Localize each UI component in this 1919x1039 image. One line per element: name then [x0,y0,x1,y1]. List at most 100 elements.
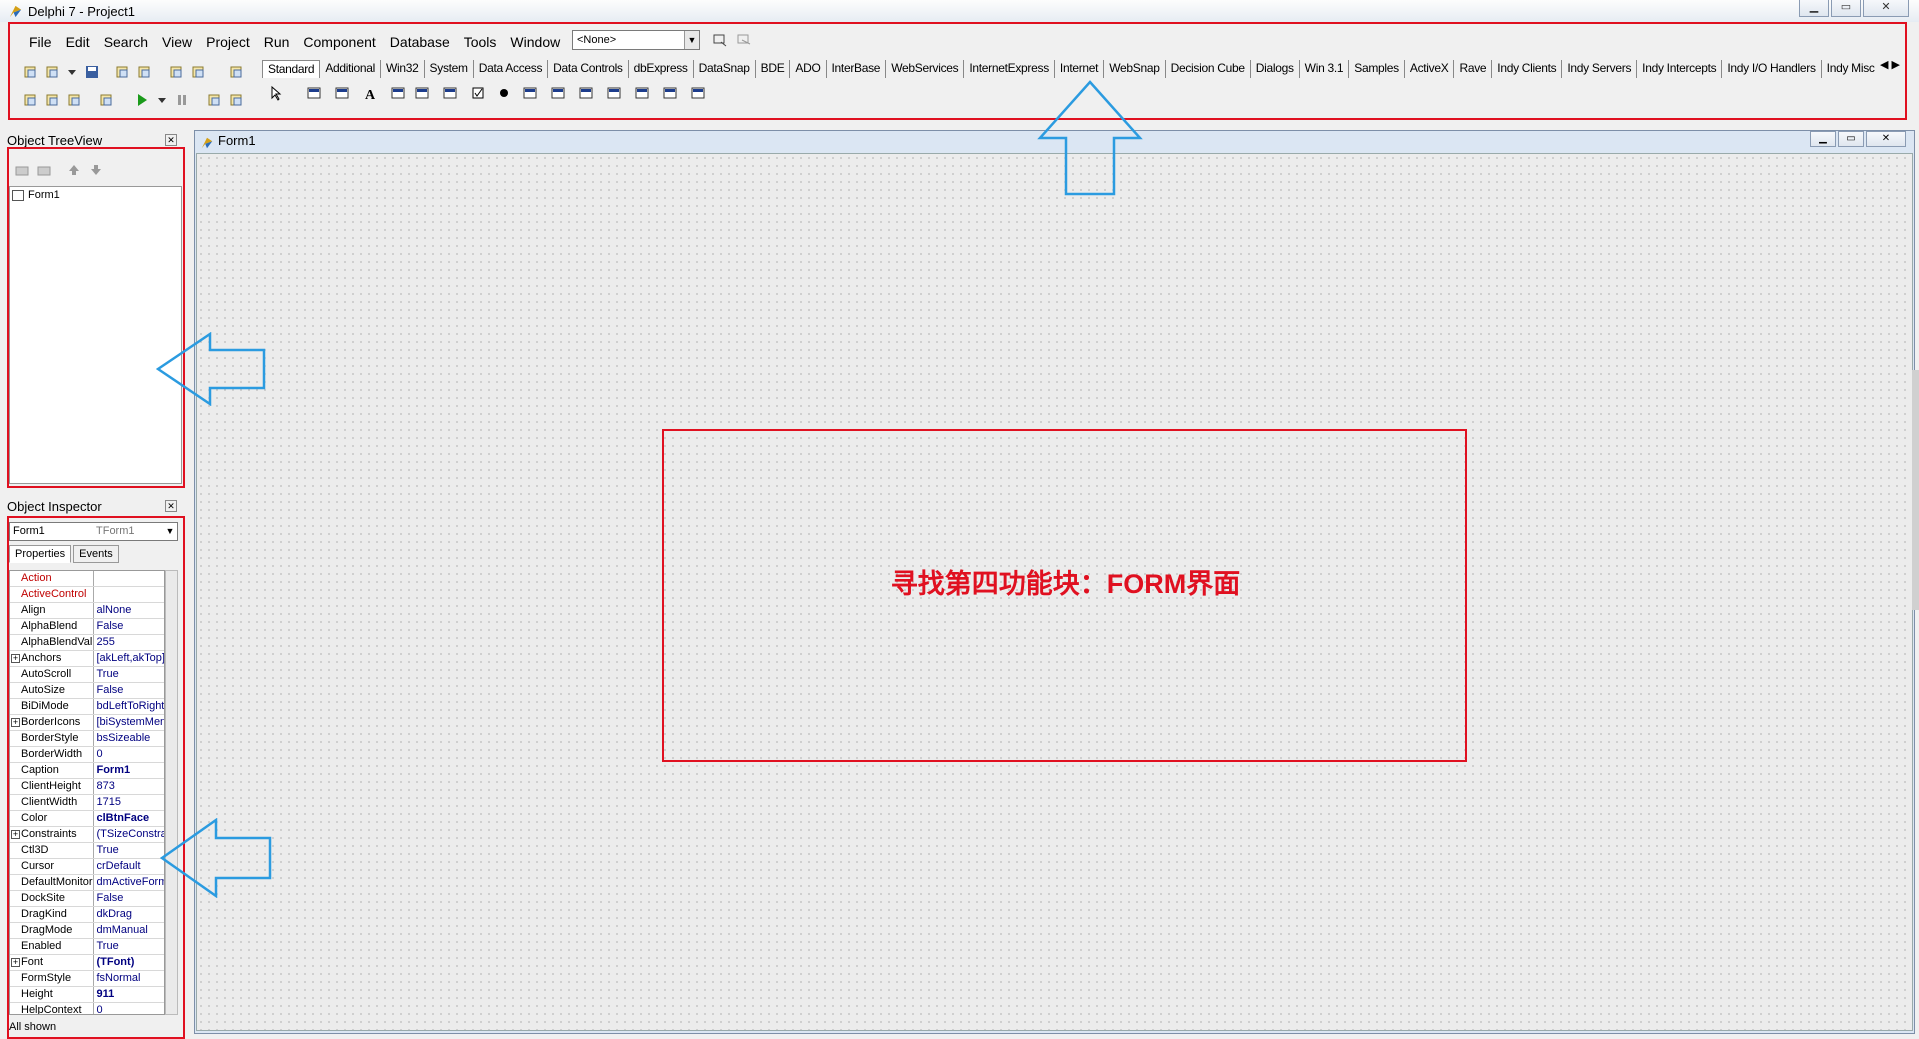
chevron-down-icon[interactable]: ▼ [163,523,177,540]
tab-rave[interactable]: Rave [1454,60,1493,78]
property-row-clientwidth[interactable]: ClientWidth 1715 [10,795,164,811]
property-row-action[interactable]: Action [10,571,164,587]
menu-item-file[interactable]: File [22,30,59,54]
tab-samples[interactable]: Samples [1349,60,1405,78]
combobox-component[interactable] [548,83,568,103]
tab-win32[interactable]: Win32 [381,60,425,78]
tab-additional[interactable]: Additional [320,60,382,78]
property-value[interactable]: True [94,667,164,682]
open-button[interactable] [42,62,62,82]
property-row-alphablend[interactable]: AlphaBlend False [10,619,164,635]
property-row-ctl3d[interactable]: Ctl3D True [10,843,164,859]
property-value[interactable]: 255 [94,635,164,650]
pause-button[interactable] [172,90,192,110]
property-value[interactable]: dmActiveForm [94,875,164,890]
dropdown-button[interactable] [62,62,82,82]
tab-indy-servers[interactable]: Indy Servers [1562,60,1638,78]
tree-item-form1[interactable]: Form1 [12,189,60,201]
tab-webservices[interactable]: WebServices [886,60,965,78]
action-list-component[interactable] [688,83,708,103]
property-row-alphablendvalue[interactable]: AlphaBlendValue255 [10,635,164,651]
property-value[interactable]: False [94,619,164,634]
property-row-clientheight[interactable]: ClientHeight 873 [10,779,164,795]
expand-plus-icon[interactable]: + [11,958,20,967]
maximize-button[interactable]: ▭ [1831,0,1861,17]
step-over-button[interactable] [226,90,246,110]
tab-indy-i-o-handlers[interactable]: Indy I/O Handlers [1722,60,1822,78]
tab-websnap[interactable]: WebSnap [1104,60,1166,78]
property-value[interactable]: (TFont) [94,955,164,970]
tab-data-controls[interactable]: Data Controls [548,60,629,78]
expand-plus-icon[interactable]: + [11,718,20,727]
tab-internetexpress[interactable]: InternetExpress [964,60,1055,78]
property-value[interactable]: False [94,683,164,698]
tab-bde[interactable]: BDE [756,60,791,78]
property-value[interactable] [94,571,164,586]
property-row-font[interactable]: + Font (TFont) [10,955,164,971]
view-form-button[interactable] [42,90,62,110]
property-value[interactable]: 911 [94,987,164,1002]
property-row-dragkind[interactable]: DragKind dkDrag [10,907,164,923]
tree-move-down-button[interactable] [86,160,106,180]
treeview-close-icon[interactable]: ✕ [165,134,177,146]
minimize-button[interactable]: ▁ [1799,0,1829,17]
tab-dialogs[interactable]: Dialogs [1251,60,1300,78]
pointer-component[interactable] [266,83,286,103]
menu-item-run[interactable]: Run [257,30,297,54]
property-value[interactable]: 0 [94,747,164,762]
form-minimize-button[interactable]: ▁ [1810,131,1836,147]
property-value[interactable]: 873 [94,779,164,794]
property-value[interactable] [94,587,164,602]
menu-item-database[interactable]: Database [383,30,457,54]
property-value[interactable]: True [94,843,164,858]
tab-indy-clients[interactable]: Indy Clients [1492,60,1563,78]
property-row-autosize[interactable]: AutoSize False [10,683,164,699]
label-component[interactable]: A [360,83,380,103]
trace-into-button[interactable] [204,90,224,110]
property-row-autoscroll[interactable]: AutoScroll True [10,667,164,683]
property-row-dragmode[interactable]: DragMode dmManual [10,923,164,939]
expand-plus-icon[interactable]: + [11,654,20,663]
menu-item-edit[interactable]: Edit [59,30,97,54]
tab-dbexpress[interactable]: dbExpress [629,60,694,78]
tab-datasnap[interactable]: DataSnap [694,60,756,78]
property-row-helpcontext[interactable]: HelpContext 0 [10,1003,164,1014]
tree-move-up-button[interactable] [64,160,84,180]
property-row-bidimode[interactable]: BiDiMode bdLeftToRight [10,699,164,715]
property-value[interactable]: bsSizeable [94,731,164,746]
menu-item-component[interactable]: Component [296,30,382,54]
right-edge-scrollbar[interactable] [1912,370,1919,610]
panel-component[interactable] [660,83,680,103]
property-row-caption[interactable]: Caption Form1 [10,763,164,779]
tab-indy-misc[interactable]: Indy Misc [1822,60,1880,78]
form-close-button[interactable]: ✕ [1866,131,1906,147]
chevron-down-icon[interactable]: ▼ [684,31,699,49]
run-button[interactable] [132,90,152,110]
property-row-constraints[interactable]: +Constraints(TSizeConstraints) [10,827,164,843]
new-form-button[interactable] [96,90,116,110]
set-debug-desktop-button[interactable] [734,30,754,50]
form-maximize-button[interactable]: ▭ [1838,131,1864,147]
property-value[interactable]: bdLeftToRight [94,699,164,714]
property-row-color[interactable]: Color clBtnFace [10,811,164,827]
property-row-borderstyle[interactable]: BorderStyle bsSizeable [10,731,164,747]
help-contents-button[interactable] [226,62,246,82]
save-button[interactable] [82,62,102,82]
main-menu-component[interactable] [304,83,324,103]
property-value[interactable]: False [94,891,164,906]
property-row-activecontrol[interactable]: ActiveControl [10,587,164,603]
tree-delete-item-button[interactable] [34,160,54,180]
radio-button-component[interactable] [494,83,514,103]
property-row-enabled[interactable]: Enabled True [10,939,164,955]
tab-decision-cube[interactable]: Decision Cube [1166,60,1251,78]
checkbox-component[interactable] [468,83,488,103]
property-value[interactable]: [akLeft,akTop] [94,651,164,666]
scrollbar-component[interactable] [576,83,596,103]
edit-component[interactable] [388,83,408,103]
memo-component[interactable] [412,83,432,103]
menu-item-tools[interactable]: Tools [457,30,504,54]
desktop-config-combo[interactable]: <None> ▼ [572,30,700,50]
property-value[interactable]: True [94,939,164,954]
tab-activex[interactable]: ActiveX [1405,60,1455,78]
open-project-button[interactable] [134,62,154,82]
